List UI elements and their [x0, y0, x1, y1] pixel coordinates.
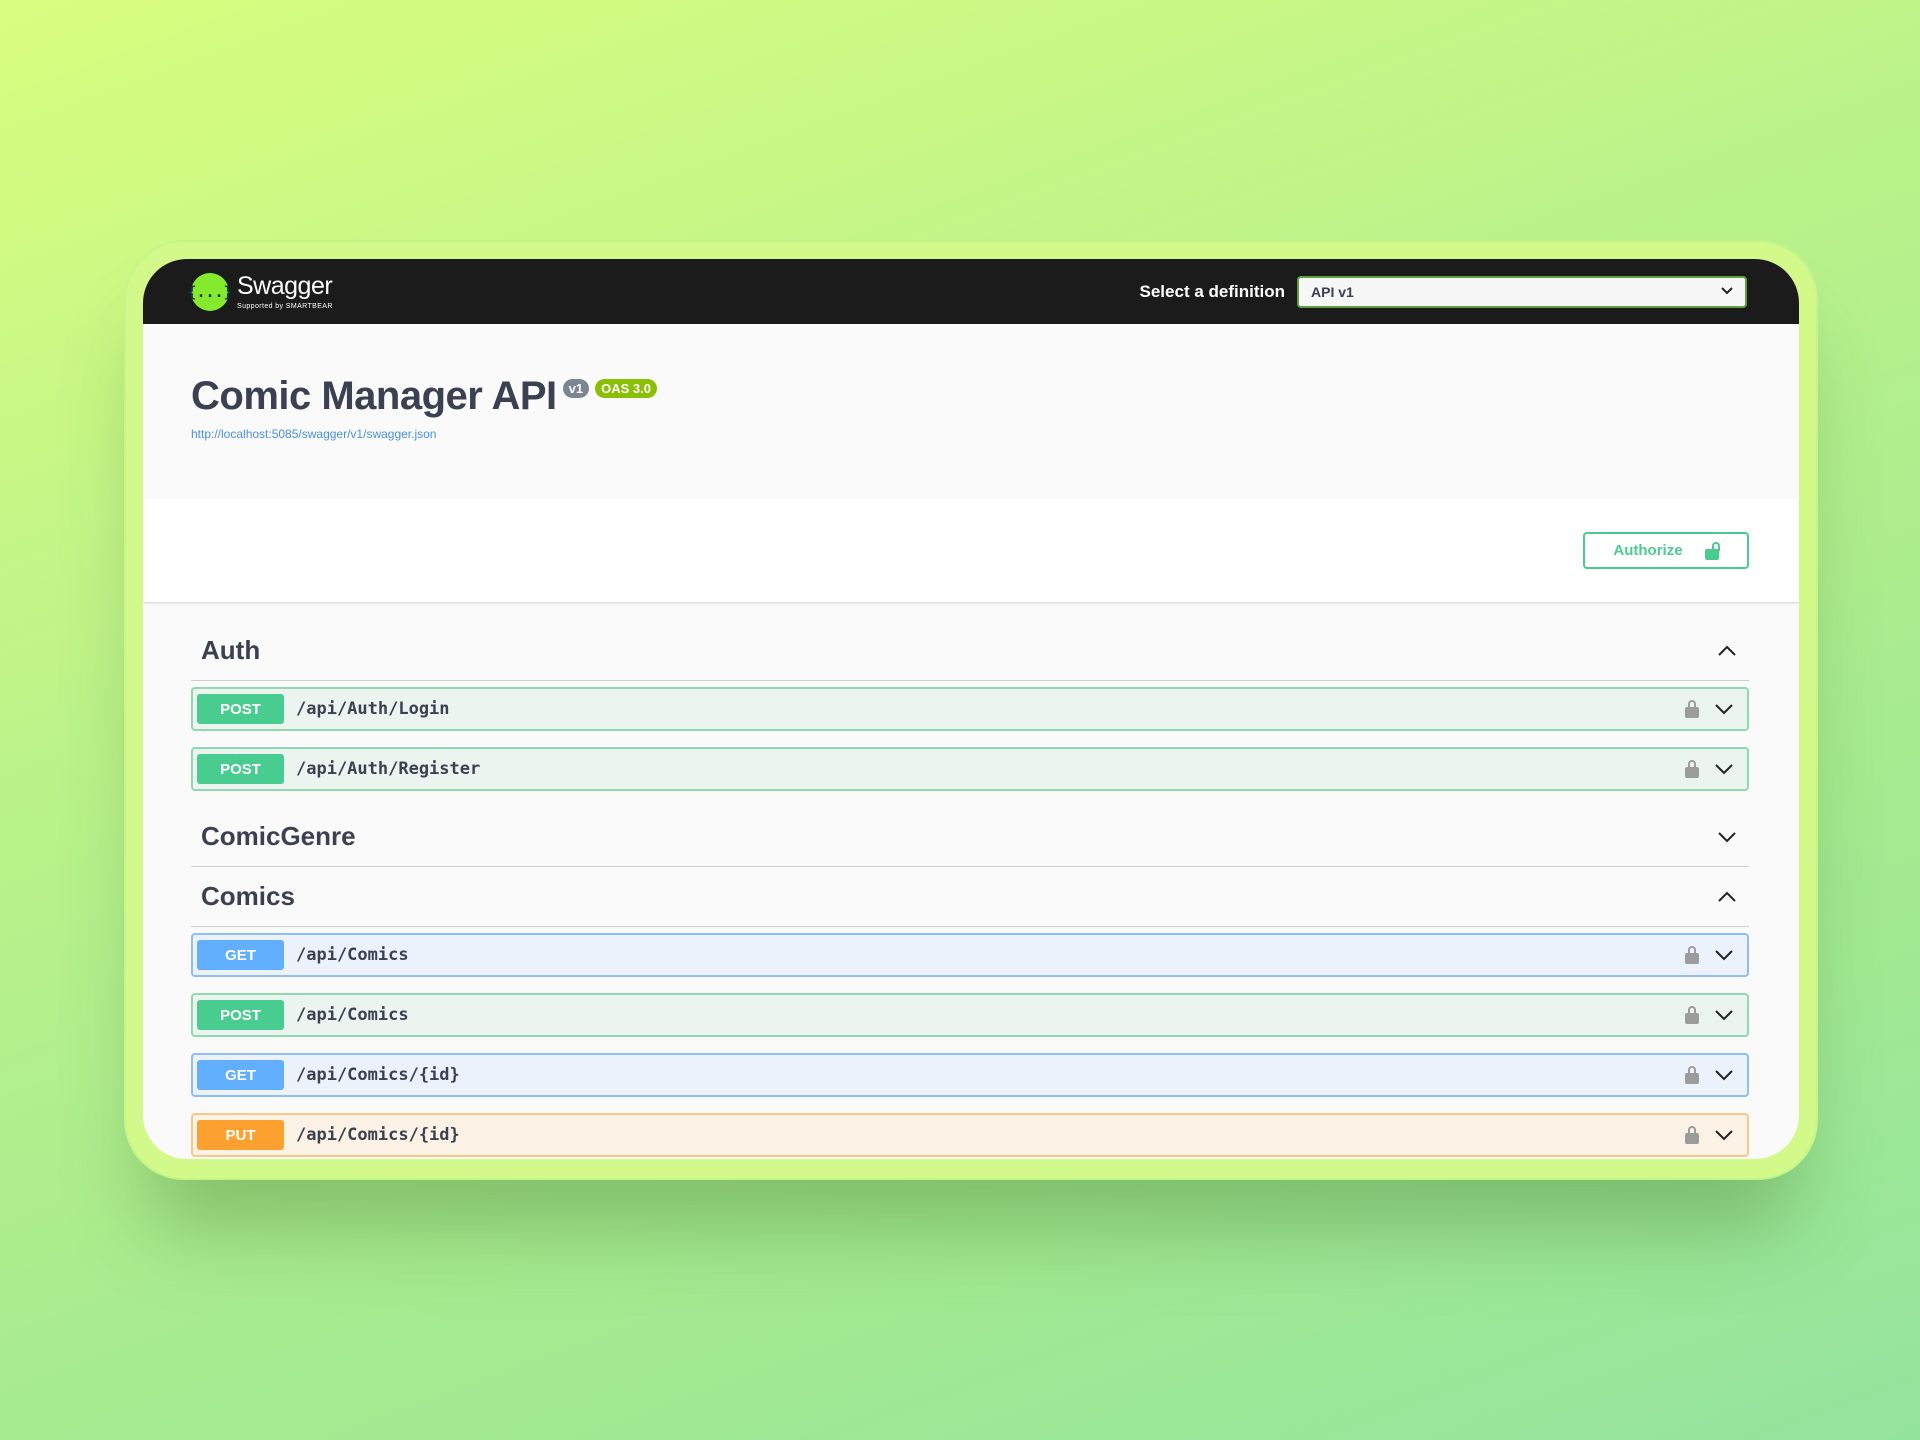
tag-header-auth[interactable]: Auth — [191, 621, 1749, 681]
operation-row[interactable]: POST /api/Comics — [191, 993, 1749, 1037]
tag-name: ComicGenre — [201, 821, 356, 851]
operation-path: /api/Comics/{id} — [296, 1125, 460, 1145]
operation-path: /api/Auth/Register — [296, 759, 481, 779]
definition-label: Select a definition — [1139, 281, 1285, 301]
authorize-label: Authorize — [1613, 542, 1683, 559]
method-badge: POST — [197, 694, 284, 724]
scheme-container: Authorize — [143, 499, 1799, 603]
operation-path: /api/Auth/Login — [296, 699, 450, 719]
operations-list: Auth POST /api/Auth/Login POST /api/Auth… — [143, 603, 1799, 1157]
chevron-down-icon[interactable] — [1711, 696, 1737, 722]
method-badge: POST — [197, 754, 284, 784]
method-badge: GET — [197, 940, 284, 970]
lock-icon[interactable] — [1685, 1006, 1699, 1024]
lock-icon[interactable] — [1685, 760, 1699, 778]
operation-path: /api/Comics/{id} — [296, 1065, 460, 1085]
chevron-down-icon[interactable] — [1711, 756, 1737, 782]
lock-icon[interactable] — [1685, 946, 1699, 964]
tag-name: Auth — [201, 635, 261, 665]
api-info: Comic Manager API v1 OAS 3.0 http://loca… — [143, 324, 1799, 499]
brand-name: Swagger — [237, 271, 333, 300]
chevron-down-icon[interactable] — [1711, 1002, 1737, 1028]
chevron-up-icon[interactable] — [1715, 639, 1739, 663]
operation-path: /api/Comics — [296, 1005, 409, 1025]
browser-window: {...} Swagger Supported by SMARTBEAR Sel… — [143, 259, 1799, 1159]
tag-name: Comics — [201, 881, 295, 911]
operation-row[interactable]: POST /api/Auth/Register — [191, 747, 1749, 791]
operation-path: /api/Comics — [296, 945, 409, 965]
operation-row[interactable]: POST /api/Auth/Login — [191, 687, 1749, 731]
tag-header-comics[interactable]: Comics — [191, 867, 1749, 927]
chevron-down-icon[interactable] — [1711, 1062, 1737, 1088]
spec-url-link[interactable]: http://localhost:5085/swagger/v1/swagger… — [191, 427, 1751, 441]
swagger-logo-icon: {...} — [187, 272, 233, 311]
method-badge: GET — [197, 1060, 284, 1090]
chevron-down-icon[interactable] — [1715, 825, 1739, 849]
chevron-down-icon — [1721, 286, 1733, 298]
method-badge: PUT — [197, 1120, 284, 1150]
topbar: {...} Swagger Supported by SMARTBEAR Sel… — [143, 259, 1799, 324]
authorize-button[interactable]: Authorize — [1583, 532, 1749, 569]
lock-icon[interactable] — [1685, 1066, 1699, 1084]
tag-operations-auth: POST /api/Auth/Login POST /api/Auth/Regi… — [191, 681, 1749, 791]
definition-selector: Select a definition API v1 — [1139, 275, 1747, 308]
page-title: Comic Manager API — [191, 374, 557, 418]
chevron-up-icon[interactable] — [1715, 885, 1739, 909]
brand-subtitle: Supported by SMARTBEAR — [237, 302, 333, 310]
lock-icon[interactable] — [1685, 1126, 1699, 1144]
operation-row[interactable]: PUT /api/Comics/{id} — [191, 1113, 1749, 1157]
unlocked-icon — [1704, 541, 1720, 560]
operation-row[interactable]: GET /api/Comics/{id} — [191, 1053, 1749, 1097]
method-badge: POST — [197, 1000, 284, 1030]
chevron-down-icon[interactable] — [1711, 1122, 1737, 1148]
definition-select-value: API v1 — [1311, 283, 1354, 300]
lock-icon[interactable] — [1685, 700, 1699, 718]
version-badge: v1 — [562, 379, 590, 398]
tag-operations-comics: GET /api/Comics POST /api/Comics GET /ap… — [191, 927, 1749, 1157]
tag-header-comicgenre[interactable]: ComicGenre — [191, 807, 1749, 867]
definition-select[interactable]: API v1 — [1297, 275, 1747, 308]
oas-badge: OAS 3.0 — [595, 379, 657, 398]
swagger-brand[interactable]: {...} Swagger Supported by SMARTBEAR — [187, 271, 333, 311]
chevron-down-icon[interactable] — [1711, 942, 1737, 968]
operation-row[interactable]: GET /api/Comics — [191, 933, 1749, 977]
